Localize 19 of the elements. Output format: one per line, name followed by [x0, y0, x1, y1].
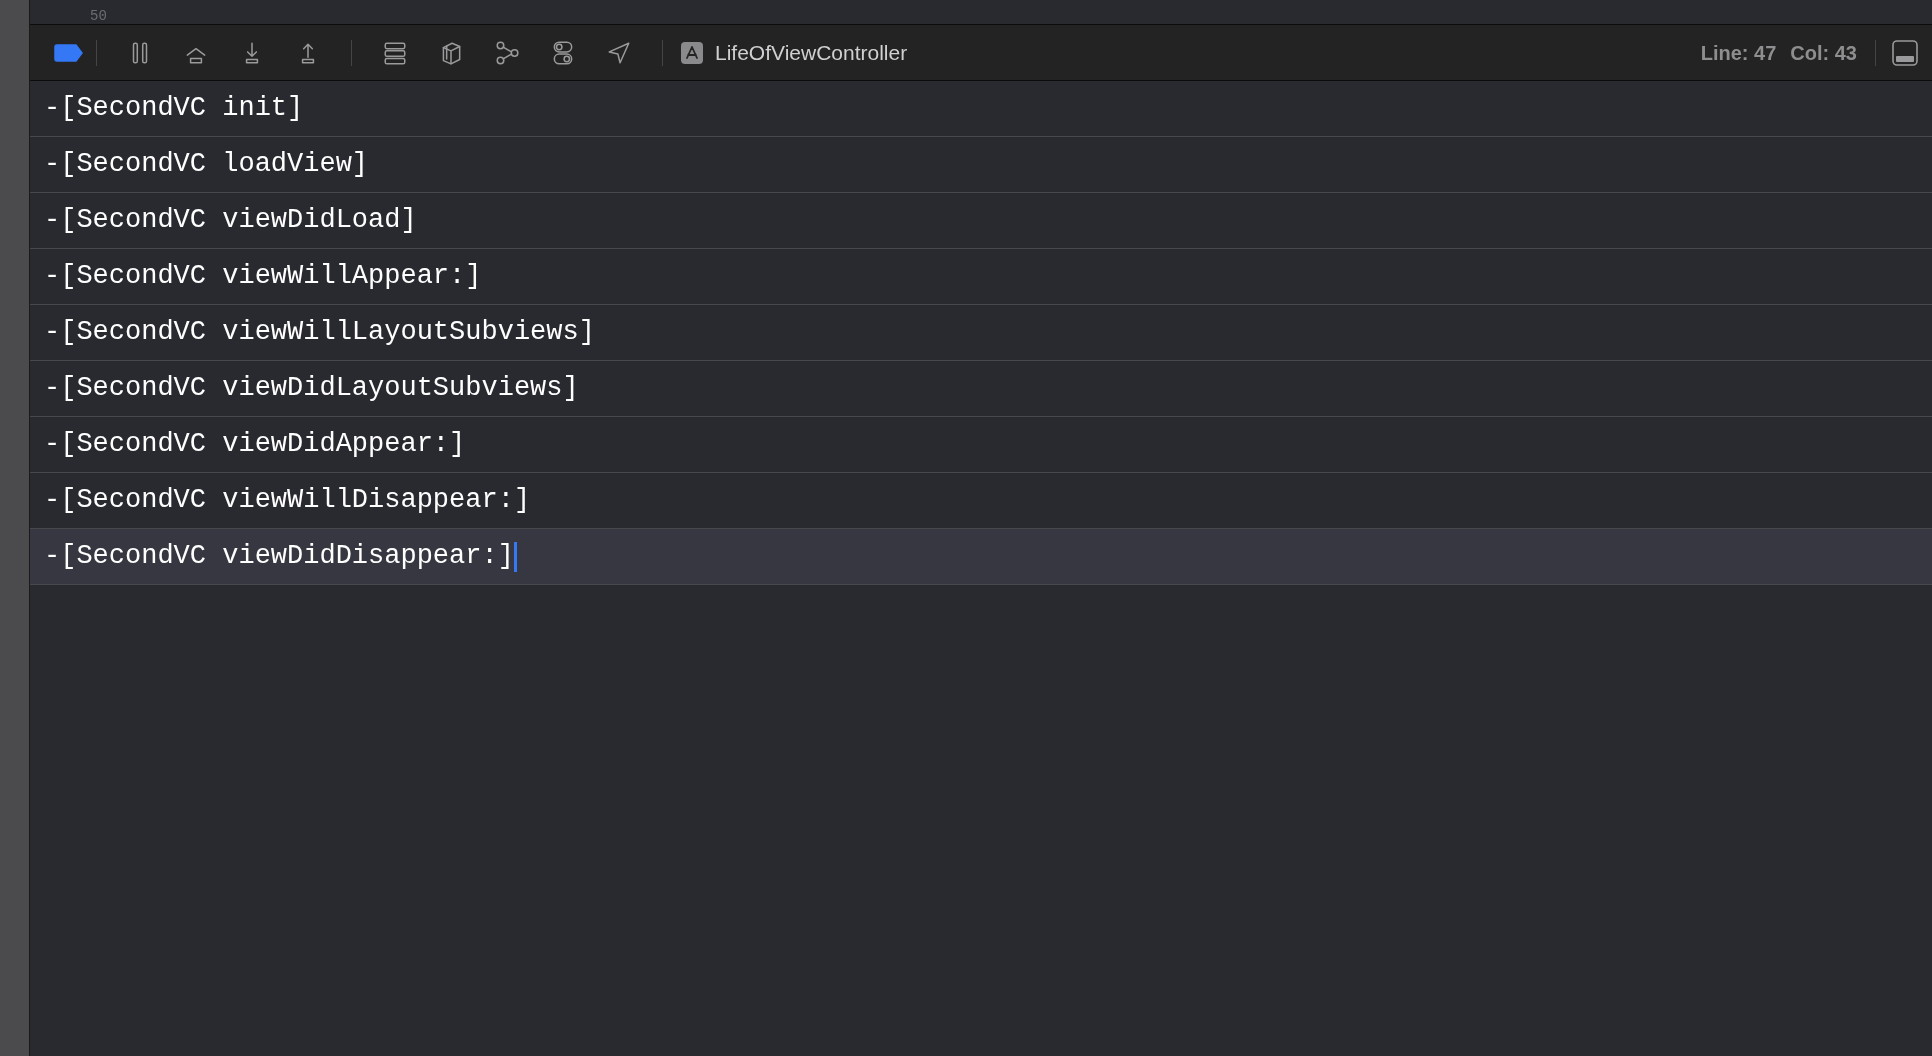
app-icon — [681, 41, 703, 64]
log-text: -[SecondVC viewDidLayoutSubviews] — [44, 372, 579, 406]
process-name[interactable]: LifeOfViewController — [715, 36, 908, 69]
log-text: -[SecondVC viewWillDisappear:] — [44, 484, 531, 518]
log-text: -[SecondVC init] — [44, 92, 304, 126]
line-indicator: Line: 47 — [1700, 40, 1777, 66]
line-number: 50 — [90, 8, 107, 24]
text-cursor — [513, 541, 517, 572]
breakpoint-icon[interactable] — [54, 43, 84, 62]
log-text: -[SecondVC loadView] — [44, 148, 369, 182]
log-text: -[SecondVC viewDidDisappear:] — [44, 540, 514, 574]
log-text: -[SecondVC viewWillAppear:] — [44, 260, 482, 294]
stack-icon[interactable] — [382, 39, 408, 66]
log-text: -[SecondVC viewDidAppear:] — [44, 428, 466, 462]
column-indicator: Col: 43 — [1790, 40, 1857, 66]
panel-toggle-icon[interactable] — [1892, 39, 1918, 66]
log-text: -[SecondVC viewDidLoad] — [44, 204, 417, 238]
graph-icon[interactable] — [494, 39, 520, 66]
log-text: -[SecondVC viewWillLayoutSubviews] — [44, 316, 595, 350]
